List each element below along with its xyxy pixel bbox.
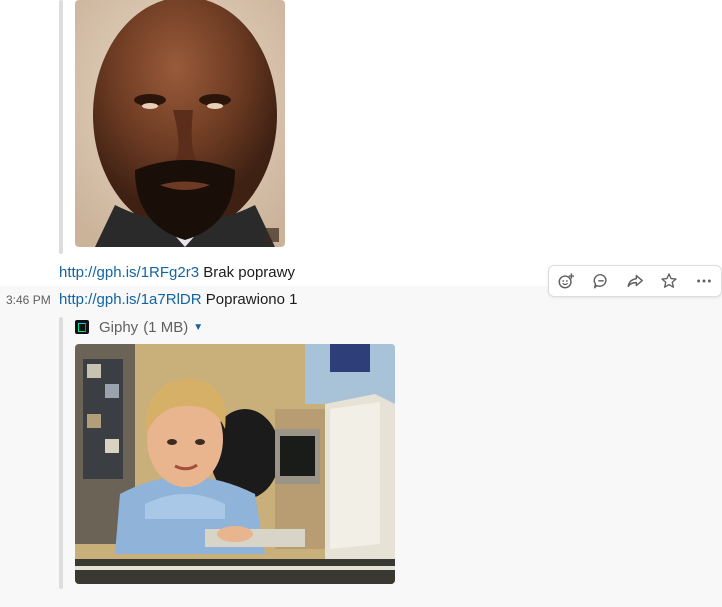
reply-in-thread-icon bbox=[593, 273, 607, 289]
share-message-button[interactable] bbox=[618, 266, 652, 296]
more-actions-icon bbox=[696, 279, 711, 283]
share-icon bbox=[627, 274, 643, 288]
attachment-quote-bar bbox=[59, 317, 63, 589]
gif-preview-bald-man[interactable] bbox=[75, 0, 285, 247]
star-icon bbox=[661, 273, 678, 288]
attachment-source: Giphy bbox=[99, 318, 139, 336]
gif-image bbox=[75, 0, 285, 247]
attachment-size: (1 MB) bbox=[143, 318, 189, 336]
message-2-link[interactable]: http://gph.is/1a7RlDR bbox=[59, 291, 202, 308]
attachment-header: Giphy (1 MB) ▼ bbox=[75, 317, 203, 337]
reply-in-thread-button[interactable] bbox=[583, 266, 617, 296]
more-actions-button[interactable] bbox=[687, 266, 721, 296]
message-1-link[interactable]: http://gph.is/1RFg2r3 bbox=[59, 264, 199, 281]
message-2-line: http://gph.is/1a7RlDR Poprawiono 1 bbox=[59, 290, 297, 310]
save-message-button[interactable] bbox=[652, 266, 686, 296]
message-2-timestamp[interactable]: 3:46 PM bbox=[6, 292, 51, 308]
add-reaction-button[interactable] bbox=[549, 266, 583, 296]
gif-image bbox=[75, 344, 395, 584]
message-2-text: Poprawiono 1 bbox=[205, 291, 298, 308]
caret-down-icon[interactable]: ▼ bbox=[193, 322, 203, 333]
message-actions-toolbar bbox=[548, 265, 722, 297]
attachment-quote-bar bbox=[59, 0, 63, 254]
giphy-logo-icon bbox=[75, 320, 89, 334]
gif-preview-kid-computer[interactable] bbox=[75, 344, 395, 584]
message-1: http://gph.is/1RFg2r3 Brak poprawy bbox=[0, 0, 722, 286]
message-1-line: http://gph.is/1RFg2r3 Brak poprawy bbox=[59, 263, 295, 283]
add-reaction-icon bbox=[558, 273, 575, 289]
message-1-text: Brak poprawy bbox=[203, 264, 295, 281]
